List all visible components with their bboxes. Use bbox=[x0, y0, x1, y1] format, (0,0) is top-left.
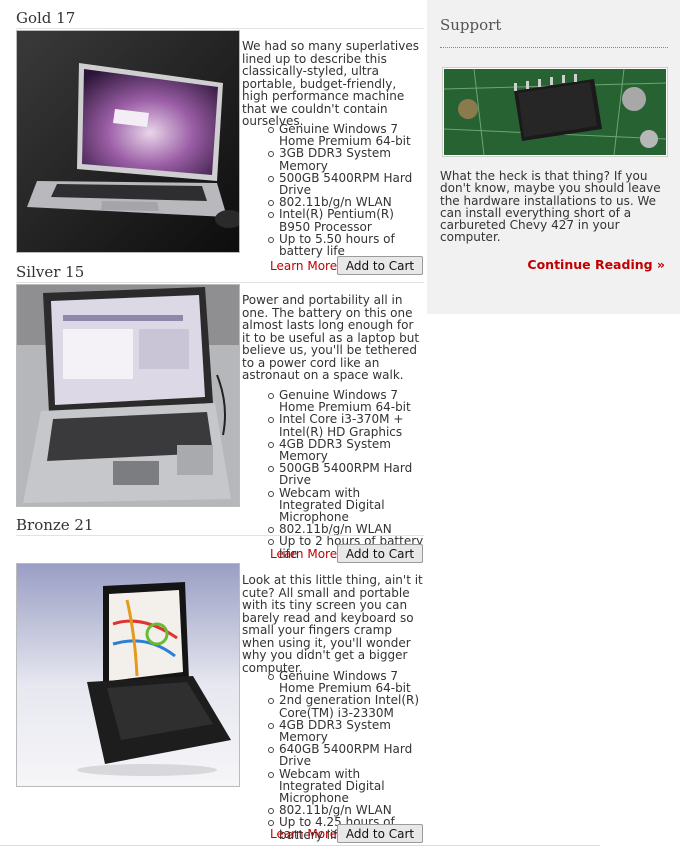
spec-item: 500GB 5400RPM Hard Drive bbox=[266, 462, 424, 487]
title-divider bbox=[16, 28, 424, 29]
product-image-bronze-21[interactable] bbox=[16, 563, 240, 787]
learn-more-link[interactable]: Learn More bbox=[270, 827, 337, 841]
footer-divider bbox=[0, 845, 600, 846]
spec-item: Genuine Windows 7 Home Premium 64-bit bbox=[266, 389, 424, 413]
continue-reading-link[interactable]: Continue Reading » bbox=[527, 257, 665, 272]
product-image-silver-15[interactable] bbox=[16, 284, 240, 507]
support-image[interactable] bbox=[442, 67, 668, 157]
spec-item: Genuine Windows 7 Home Premium 64-bit bbox=[266, 670, 424, 694]
add-to-cart-button[interactable]: Add to Cart bbox=[337, 824, 423, 843]
add-to-cart-button[interactable]: Add to Cart bbox=[337, 256, 423, 275]
spec-item: 3GB DDR3 System Memory bbox=[266, 147, 424, 172]
spec-list: Genuine Windows 7 Home Premium 64-bit 2n… bbox=[266, 670, 424, 841]
support-sidebar: Support What the heck is that thing? If … bbox=[427, 0, 680, 314]
spec-item: Up to 5.50 hours of battery life bbox=[266, 233, 424, 257]
title-divider bbox=[16, 282, 424, 283]
product-title: Silver 15 bbox=[16, 263, 85, 281]
spec-item: Intel(R) Pentium(R) B950 Processor bbox=[266, 208, 424, 233]
spec-item: Webcam with Integrated Digital Microphon… bbox=[266, 487, 424, 524]
sidebar-divider bbox=[440, 47, 668, 48]
spec-item: 4GB DDR3 System Memory bbox=[266, 719, 424, 743]
sidebar-text: What the heck is that thing? If you don'… bbox=[440, 169, 661, 245]
product-description: We had so many superlatives lined up to … bbox=[242, 39, 419, 128]
spec-item: 2nd generation Intel(R) Core(TM) i3-2330… bbox=[266, 694, 424, 719]
learn-more-link[interactable]: Learn More bbox=[270, 547, 337, 561]
product-description: Power and portability all in one. The ba… bbox=[242, 293, 420, 382]
product-title: Bronze 21 bbox=[16, 516, 94, 534]
spec-item: 4GB DDR3 System Memory bbox=[266, 438, 424, 462]
spec-item: 640GB 5400RPM Hard Drive bbox=[266, 743, 424, 768]
spec-item: Webcam with Integrated Digital Microphon… bbox=[266, 768, 424, 805]
sidebar-title: Support bbox=[440, 16, 502, 34]
learn-more-link[interactable]: Learn More bbox=[270, 259, 337, 273]
spec-item: 500GB 5400RPM Hard Drive bbox=[266, 172, 424, 196]
product-image-gold-17[interactable] bbox=[16, 30, 240, 253]
spec-item: Intel Core i3-370M + Intel(R) HD Graphic… bbox=[266, 413, 424, 438]
product-title: Gold 17 bbox=[16, 9, 76, 27]
product-description: Look at this little thing, ain't it cute… bbox=[242, 573, 423, 675]
spec-list: Genuine Windows 7 Home Premium 64-bit 3G… bbox=[266, 123, 424, 257]
spec-item: Genuine Windows 7 Home Premium 64-bit bbox=[266, 123, 424, 147]
title-divider bbox=[16, 535, 424, 536]
add-to-cart-button[interactable]: Add to Cart bbox=[337, 544, 423, 563]
